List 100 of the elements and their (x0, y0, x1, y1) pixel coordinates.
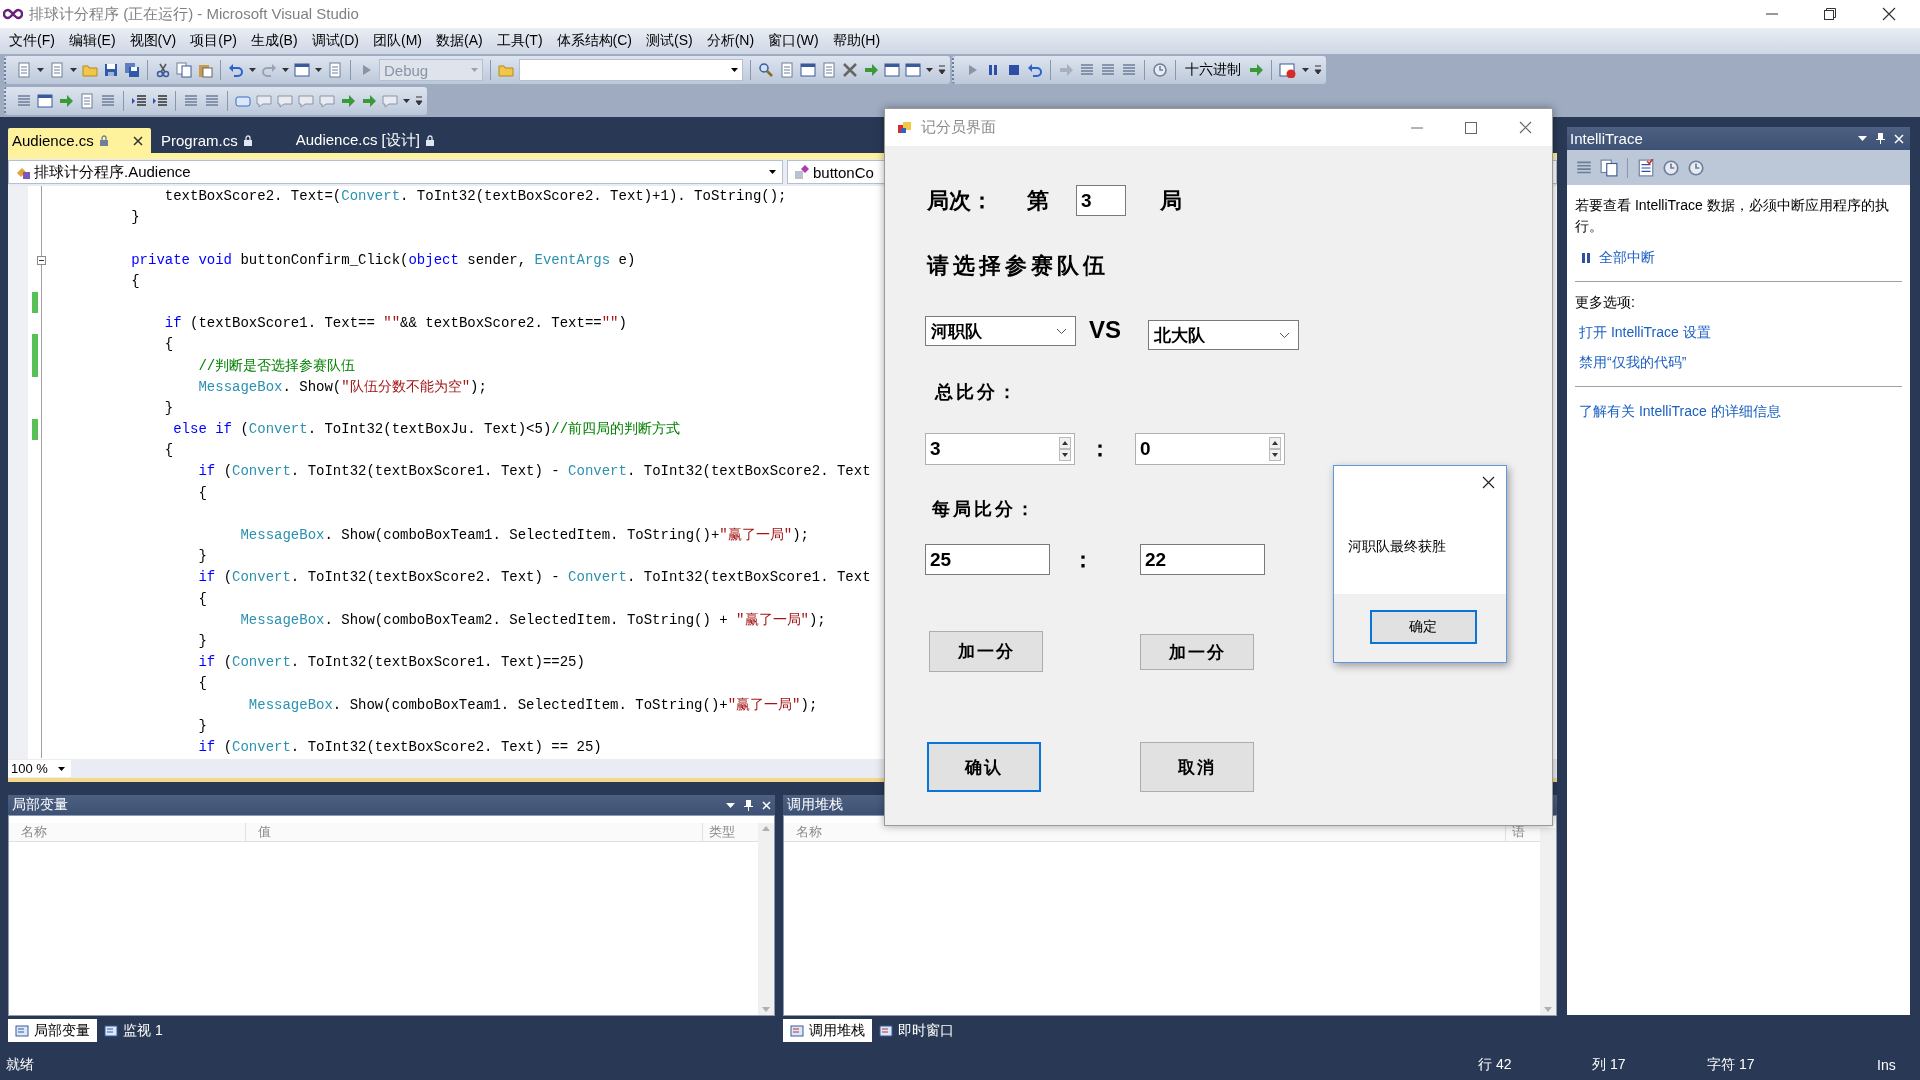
document-icon[interactable] (49, 62, 65, 78)
menu-item[interactable]: 视图(V) (122, 32, 184, 50)
pin-icon[interactable] (744, 799, 753, 811)
menu-item[interactable]: 项目(P) (183, 32, 244, 50)
menu-item[interactable]: 文件(F) (2, 32, 62, 50)
indent-icon[interactable] (152, 93, 168, 109)
panel-tab[interactable]: 局部变量 (8, 1019, 97, 1042)
window-icon[interactable] (905, 62, 921, 78)
menu-item[interactable]: 帮助(H) (825, 32, 888, 50)
collapse-icon[interactable] (37, 255, 46, 265)
score-input[interactable]: 22 (1140, 544, 1265, 575)
clipboard-icon[interactable] (197, 62, 213, 78)
arrow-icon[interactable] (863, 62, 879, 78)
hexadecimal-button[interactable]: 十六进制 (1183, 61, 1243, 79)
add-point-button[interactable]: 加一分 (1140, 634, 1254, 670)
search-icon[interactable] (758, 62, 774, 78)
score-input[interactable]: 25 (925, 544, 1050, 575)
list-icon[interactable] (204, 93, 220, 109)
break-all-link[interactable]: 全部中断 (1599, 249, 1655, 267)
dialog-button[interactable]: 确认 (927, 742, 1041, 792)
dialog-button[interactable]: 取消 (1140, 742, 1254, 792)
panel-tab[interactable]: 调用堆栈 (783, 1019, 872, 1042)
stop-icon[interactable] (1006, 62, 1022, 78)
menu-item[interactable]: 生成(B) (243, 32, 305, 50)
code-line: textBoxScore2. Text=(Convert. ToInt32(textBoxScore2. Text)+1). ToString(); (163, 187, 787, 206)
list-icon[interactable] (183, 93, 199, 109)
scrollbar[interactable] (1540, 828, 1556, 1015)
menu-item[interactable]: 团队(M) (366, 32, 429, 50)
pin-icon[interactable] (1876, 133, 1885, 144)
undo-icon[interactable] (228, 62, 244, 78)
score-spinner[interactable]: 0 (1135, 433, 1285, 465)
menu-item[interactable]: 测试(S) (639, 32, 700, 50)
arrow-icon[interactable] (1248, 62, 1264, 78)
round-input[interactable]: 3 (1076, 185, 1126, 216)
close-icon[interactable] (1882, 7, 1896, 21)
document-tab[interactable]: Audience.cs (8, 128, 151, 153)
window-icon[interactable] (37, 93, 53, 109)
document-icon[interactable] (327, 62, 343, 78)
document-tab[interactable]: Audience.cs [设计] (291, 128, 442, 153)
option-link[interactable]: 打开 IntelliTrace 设置 (1579, 324, 1902, 342)
document-icon[interactable] (79, 93, 95, 109)
rectangle-icon[interactable] (235, 93, 251, 109)
checklist-icon[interactable] (1637, 158, 1655, 177)
document-icon[interactable] (16, 62, 32, 78)
indent-icon[interactable] (131, 93, 147, 109)
class-name: 排球计分程序.Audience (34, 162, 191, 182)
menu-item[interactable]: 数据(A) (429, 32, 490, 50)
close-icon[interactable] (133, 135, 143, 146)
document-icon[interactable] (821, 62, 837, 78)
ok-button[interactable]: 确定 (1369, 610, 1477, 644)
menu-item[interactable]: 窗口(W) (761, 32, 826, 50)
list-icon[interactable] (16, 93, 32, 109)
clock-icon[interactable] (1152, 62, 1168, 78)
restore-icon[interactable] (1824, 8, 1836, 20)
pages-icon[interactable] (176, 62, 192, 78)
window-icon[interactable] (884, 62, 900, 78)
tools-icon[interactable] (842, 62, 858, 78)
menu-item[interactable]: 分析(N) (699, 32, 762, 50)
clock-icon[interactable] (1662, 158, 1680, 177)
arrow-icon[interactable] (58, 93, 74, 109)
window-icon (790, 1023, 804, 1038)
dropdown-icon[interactable] (1858, 136, 1867, 141)
undo-icon[interactable] (1027, 62, 1043, 78)
pages-icon[interactable] (1600, 158, 1618, 177)
window-icon[interactable] (800, 62, 816, 78)
column-header[interactable]: 值 (246, 823, 703, 841)
document-tab[interactable]: Program.cs (157, 128, 260, 153)
menu-item[interactable]: 调试(D) (304, 32, 366, 50)
learn-more-link[interactable]: 了解有关 IntelliTrace 的详细信息 (1579, 403, 1902, 421)
arrow-icon[interactable] (361, 93, 377, 109)
list-icon[interactable] (1121, 62, 1137, 78)
column-header[interactable]: 类型 (703, 823, 758, 841)
option-link[interactable]: 禁用“仅我的代码” (1579, 354, 1902, 372)
list-icon[interactable] (100, 93, 116, 109)
column-header[interactable]: 语 (1506, 823, 1540, 841)
arrow-icon[interactable] (340, 93, 356, 109)
close-icon[interactable] (1482, 476, 1495, 489)
record-icon[interactable] (1279, 62, 1297, 78)
list-icon[interactable] (1100, 62, 1116, 78)
class-dropdown[interactable]: 排球计分程序.Audience (8, 160, 783, 184)
panel-tab[interactable]: 监视 1 (97, 1019, 170, 1042)
scissors-icon[interactable] (155, 62, 171, 78)
clock-icon[interactable] (1687, 158, 1705, 177)
menu-item[interactable]: 工具(T) (489, 32, 550, 50)
menu-item[interactable]: 体系结构(C) (549, 32, 639, 50)
document-icon[interactable] (779, 62, 795, 78)
floppies-icon[interactable] (124, 62, 140, 78)
column-header[interactable]: 名称 (9, 823, 246, 841)
menu-item[interactable]: 编辑(E) (61, 32, 123, 50)
window-icon[interactable] (294, 62, 310, 78)
score-spinner[interactable]: 3 (925, 433, 1075, 465)
team-dropdown[interactable]: 河职队 (925, 316, 1076, 346)
panel-tab[interactable]: 即时窗口 (872, 1019, 961, 1042)
dropdown-icon[interactable] (726, 802, 735, 808)
maximize-icon[interactable] (1465, 121, 1477, 134)
add-point-button[interactable]: 加一分 (929, 631, 1043, 672)
floppy-icon[interactable] (103, 62, 119, 78)
list-icon[interactable] (1079, 62, 1095, 78)
zoom-dropdown[interactable]: 100 % (8, 760, 71, 777)
team-dropdown[interactable]: 北大队 (1148, 320, 1299, 350)
